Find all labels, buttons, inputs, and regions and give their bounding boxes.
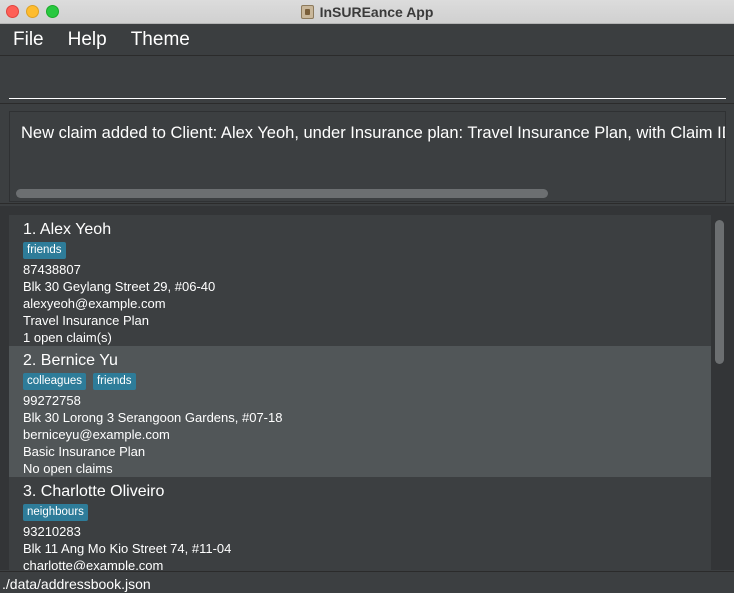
client-claims: 1 open claim(s) [23, 330, 112, 345]
menu-theme[interactable]: Theme [118, 29, 201, 51]
client-email: charlotte@example.com [23, 558, 164, 570]
tag-badge: friends [23, 242, 66, 259]
client-email: berniceyu@example.com [23, 427, 170, 442]
status-file-path: ./data/addressbook.json [2, 576, 151, 592]
client-list: 1. Alex Yeoh friends 87438807 Blk 30 Gey… [0, 206, 734, 570]
menu-bar: File Help Theme [0, 25, 734, 56]
result-message: New claim added to Client: Alex Yeoh, un… [21, 124, 726, 142]
client-email: alexyeoh@example.com [23, 296, 166, 311]
client-name: 1. Alex Yeoh [23, 221, 112, 238]
client-address: Blk 30 Lorong 3 Serangoon Gardens, #07-1… [23, 410, 283, 425]
client-address: Blk 30 Geylang Street 29, #06-40 [23, 279, 216, 294]
client-list-vertical-scrollbar[interactable] [715, 220, 724, 364]
client-tags: friends [23, 242, 711, 259]
client-tags: neighbours [23, 504, 711, 521]
client-name: 3. Charlotte Oliveiro [23, 483, 165, 500]
menu-file[interactable]: File [0, 29, 55, 51]
client-insurance-plan: Basic Insurance Plan [23, 444, 146, 459]
result-horizontal-scrollbar[interactable] [16, 189, 548, 198]
client-name: 2. Bernice Yu [23, 352, 118, 369]
menu-help[interactable]: Help [55, 29, 118, 51]
window-title-group: InSUREance App [0, 0, 734, 24]
app-icon [300, 5, 314, 19]
window-titlebar: InSUREance App [0, 0, 734, 24]
command-input[interactable] [9, 59, 726, 99]
result-display-panel: New claim added to Client: Alex Yeoh, un… [0, 105, 734, 204]
client-card[interactable]: 2. Bernice Yu colleagues friends 9927275… [9, 346, 711, 477]
tag-badge: neighbours [23, 504, 88, 521]
client-tags: colleagues friends [23, 373, 711, 390]
client-address: Blk 11 Ang Mo Kio Street 74, #11-04 [23, 541, 232, 556]
client-phone: 99272758 [23, 393, 81, 408]
client-card[interactable]: 3. Charlotte Oliveiro neighbours 9321028… [9, 477, 711, 570]
client-card[interactable]: 1. Alex Yeoh friends 87438807 Blk 30 Gey… [9, 215, 711, 346]
client-insurance-plan: Travel Insurance Plan [23, 313, 149, 328]
client-phone: 87438807 [23, 262, 81, 277]
status-bar: ./data/addressbook.json [0, 571, 734, 593]
tag-badge: friends [92, 373, 136, 390]
client-claims: No open claims [23, 461, 113, 476]
client-phone: 93210283 [23, 524, 81, 539]
command-box [0, 57, 734, 104]
result-display: New claim added to Client: Alex Yeoh, un… [9, 111, 726, 202]
tag-badge: colleagues [23, 373, 86, 390]
window-title: InSUREance App [319, 4, 434, 20]
